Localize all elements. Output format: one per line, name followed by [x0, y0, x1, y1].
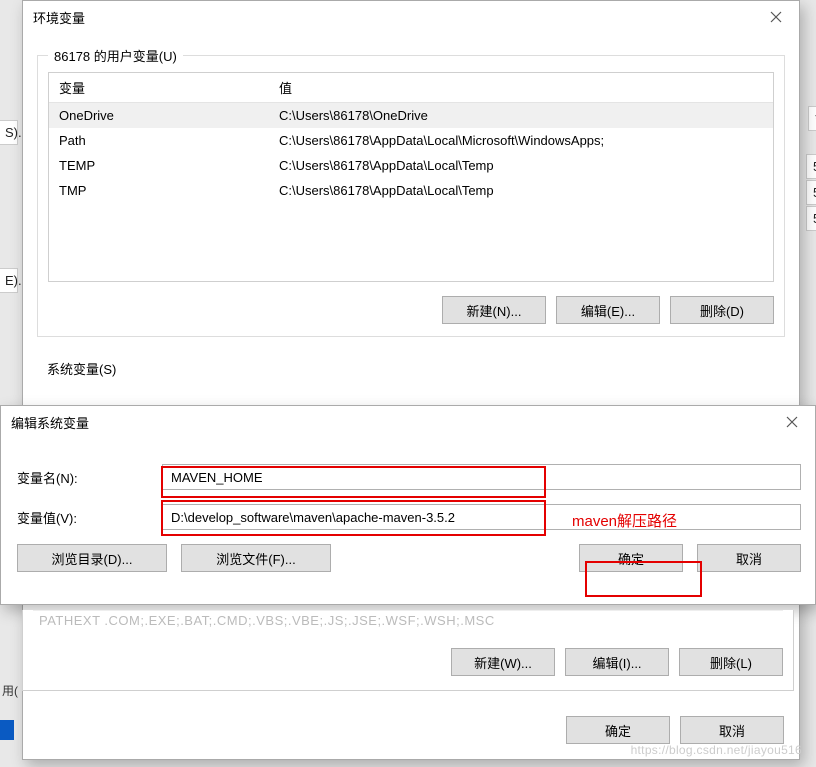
bg-blue-strip — [0, 720, 14, 740]
sys-vars-fragment: PATHEXT .COM;.EXE;.BAT;.CMD;.VBS;.VBE;.J… — [22, 610, 794, 691]
table-row[interactable]: OneDrive C:\Users\86178\OneDrive — [49, 103, 773, 129]
var-value-label: 变量值(V): — [17, 508, 162, 527]
cell-val: C:\Users\86178\AppData\Local\Temp — [269, 178, 773, 203]
dialog-title: 编辑系统变量 — [11, 413, 89, 432]
bg-fragment: E). — [0, 268, 18, 293]
table-row[interactable]: TEMP C:\Users\86178\AppData\Local\Temp — [49, 153, 773, 178]
titlebar: 编辑系统变量 — [1, 406, 815, 438]
cell-var: OneDrive — [49, 103, 269, 129]
cell-val: C:\Users\86178\AppData\Local\Microsoft\W… — [269, 128, 773, 153]
close-button[interactable] — [753, 1, 799, 33]
cell-var: TEMP — [49, 153, 269, 178]
var-name-label: 变量名(N): — [17, 468, 162, 487]
cell-var: Path — [49, 128, 269, 153]
bg-fragment: 5/ — [806, 180, 816, 205]
dialog-title: 环境变量 — [33, 8, 85, 27]
var-name-input[interactable] — [162, 464, 801, 490]
close-icon — [770, 11, 782, 23]
edit-sys-var-button[interactable]: 编辑(I)... — [565, 648, 669, 676]
bg-fragment: S). — [0, 120, 18, 145]
bg-fragment: 5/ — [806, 206, 816, 231]
user-vars-table-wrap[interactable]: 变量 值 OneDrive C:\Users\86178\OneDrive Pa… — [48, 72, 774, 282]
user-vars-table: 变量 值 OneDrive C:\Users\86178\OneDrive Pa… — [49, 73, 773, 203]
env-ok-button[interactable]: 确定 — [566, 716, 670, 744]
table-row[interactable]: TMP C:\Users\86178\AppData\Local\Temp — [49, 178, 773, 203]
edit-user-var-button[interactable]: 编辑(E)... — [556, 296, 660, 324]
bg-fragment: * — [808, 106, 816, 131]
col-header-var[interactable]: 变量 — [49, 73, 269, 103]
cell-val: C:\Users\86178\AppData\Local\Temp — [269, 153, 773, 178]
new-sys-var-button[interactable]: 新建(W)... — [451, 648, 555, 676]
var-value-input[interactable] — [162, 504, 801, 530]
env-dialog-okcancel: 确定 取消 — [22, 716, 794, 744]
cell-var: TMP — [49, 178, 269, 203]
annotation-text: maven解压路径 — [572, 510, 677, 531]
ok-button[interactable]: 确定 — [579, 544, 683, 572]
user-vars-legend: 86178 的用户变量(U) — [48, 46, 183, 65]
close-icon — [786, 416, 798, 428]
env-cancel-button[interactable]: 取消 — [680, 716, 784, 744]
sys-vars-legend: 系统变量(S) — [37, 359, 785, 378]
new-user-var-button[interactable]: 新建(N)... — [442, 296, 546, 324]
browse-file-button[interactable]: 浏览文件(F)... — [181, 544, 331, 572]
browse-dir-button[interactable]: 浏览目录(D)... — [17, 544, 167, 572]
delete-sys-var-button[interactable]: 删除(L) — [679, 648, 783, 676]
close-button[interactable] — [769, 406, 815, 438]
titlebar: 环境变量 — [23, 1, 799, 33]
user-vars-group: 86178 的用户变量(U) 变量 值 OneDrive C:\Users\86… — [37, 55, 785, 337]
edit-sys-var-dialog: 编辑系统变量 变量名(N): 变量值(V): 浏览目录(D)... 浏览文件(F… — [0, 405, 816, 605]
table-row[interactable]: Path C:\Users\86178\AppData\Local\Micros… — [49, 128, 773, 153]
delete-user-var-button[interactable]: 删除(D) — [670, 296, 774, 324]
sys-var-row-faint: PATHEXT .COM;.EXE;.BAT;.CMD;.VBS;.VBE;.J… — [33, 610, 783, 634]
bg-fragment: 5/ — [806, 154, 816, 179]
cancel-button[interactable]: 取消 — [697, 544, 801, 572]
col-header-val[interactable]: 值 — [269, 73, 773, 103]
cell-val: C:\Users\86178\OneDrive — [269, 103, 773, 129]
bg-fragment: 用( — [2, 682, 18, 699]
